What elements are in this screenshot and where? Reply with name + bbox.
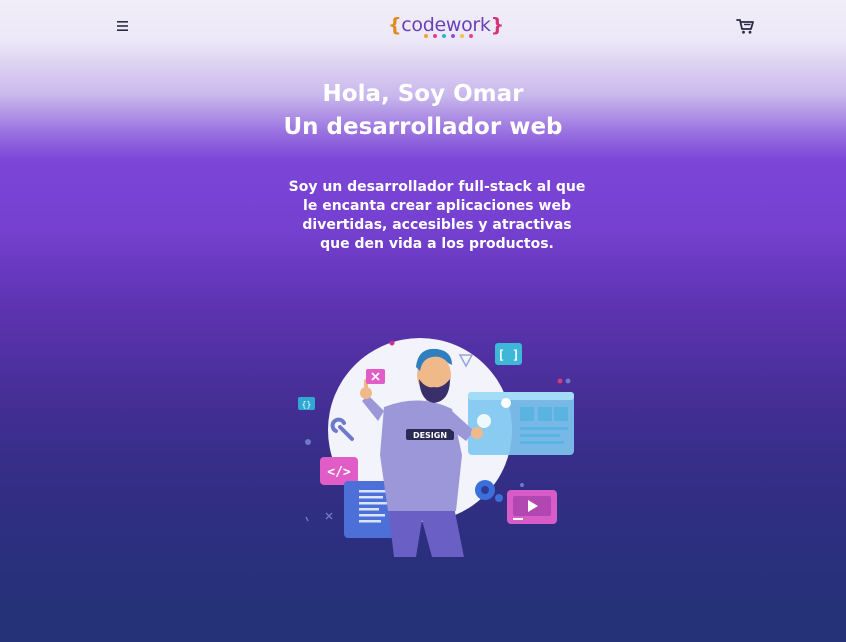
svg-text:</>: </> [327, 465, 351, 480]
video-card-graphic [507, 490, 557, 524]
footer-band [0, 598, 846, 642]
shopping-cart-icon [736, 19, 754, 34]
cart-button[interactable] [734, 15, 756, 37]
developer-illustration: {} [ ] </> DESIGN [298, 338, 574, 557]
svg-text:[ ]: [ ] [498, 348, 520, 362]
hero-title-line1: Hola, Soy Omar [322, 81, 524, 107]
code-tag-graphic: </> [320, 457, 358, 485]
menu-button[interactable] [114, 17, 132, 35]
logo-dots [424, 34, 473, 39]
svg-text:{}: {} [302, 400, 312, 409]
hero-title-line2: Un desarrollador web [283, 114, 563, 140]
browser-window-graphic [468, 392, 574, 455]
hamburger-menu-icon [117, 21, 128, 31]
logo[interactable]: {codework} [388, 11, 504, 41]
logo-name: codework [401, 14, 491, 36]
hero-title: Hola, Soy Omar Un desarrollador web [0, 78, 846, 144]
svg-text:DESIGN: DESIGN [413, 431, 447, 440]
hero-description: Soy un desarrollador full-stack al que l… [288, 179, 586, 252]
